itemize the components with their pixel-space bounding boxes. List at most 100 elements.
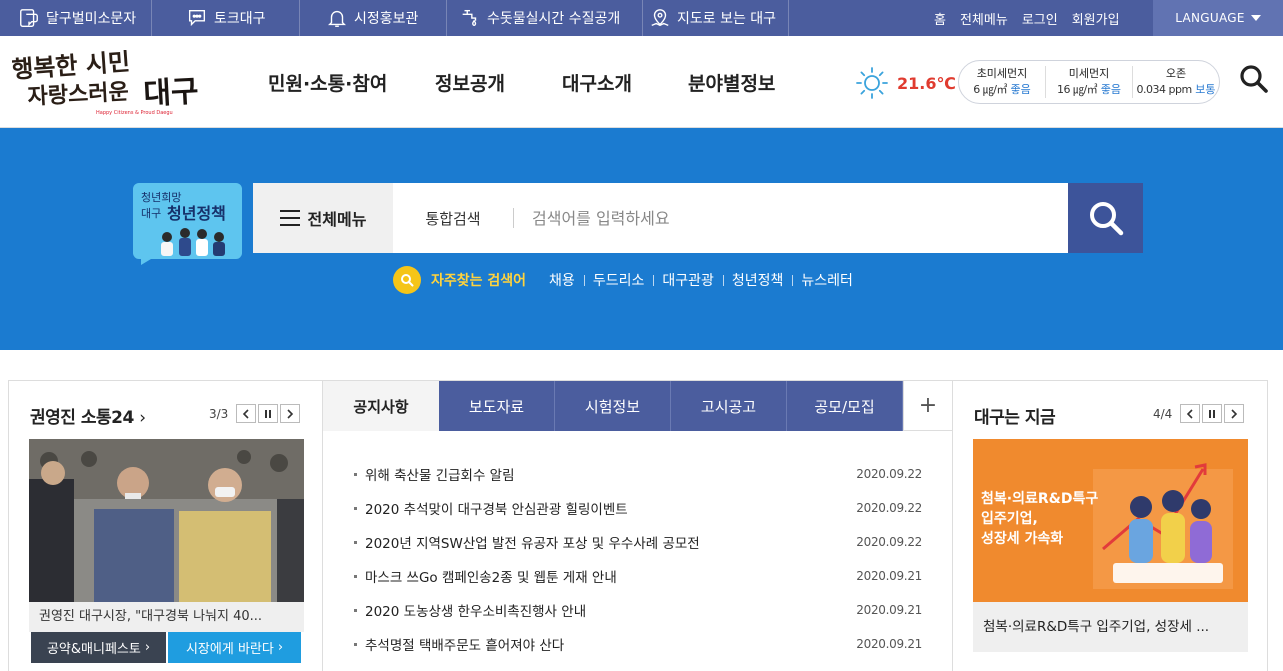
map-pin-icon bbox=[651, 9, 669, 27]
chevron-left-icon bbox=[243, 408, 249, 419]
list-item[interactable]: 2020 추석맞이 대구경북 안심관광 힐링이벤트 2020.09.22 bbox=[354, 491, 922, 525]
all-menu-button[interactable]: 전체메뉴 bbox=[253, 183, 393, 253]
link-login[interactable]: 로그인 bbox=[1015, 9, 1065, 28]
site-logo[interactable]: 행복한 시민 자랑스러운 대구 Happy Citizens & Proud D… bbox=[10, 47, 212, 116]
language-label: LANGUAGE bbox=[1175, 11, 1245, 25]
prev-button[interactable] bbox=[1180, 404, 1201, 423]
mayor-caption[interactable]: 권영진 대구시장, "대구경북 나눠지 40... bbox=[29, 602, 304, 632]
mayor-counter: 3/3 bbox=[209, 406, 229, 421]
chevron-left-icon bbox=[1187, 408, 1193, 419]
topbar-item-sms[interactable]: 달구벌미소문자 bbox=[0, 0, 152, 36]
pause-button[interactable] bbox=[258, 404, 279, 423]
tab-recruit[interactable]: 공모/모집 bbox=[787, 381, 903, 431]
notice-title: 2020년 지역SW산업 발전 유공자 포상 및 우수사례 공모전 bbox=[354, 532, 700, 552]
link-signup[interactable]: 회원가입 bbox=[1065, 9, 1127, 28]
search-button[interactable] bbox=[1068, 183, 1143, 253]
mayor-photo-image bbox=[29, 439, 304, 602]
list-item[interactable]: 위해 축산물 긴급회수 알림 2020.09.22 bbox=[354, 457, 922, 491]
water-tap-icon bbox=[462, 9, 477, 27]
search-box: 전체메뉴 통합검색 bbox=[253, 183, 1068, 253]
search-section: 청년희망 대구 청년정책 전체메뉴 통합검색 검색어를 입력하세요 자주찾는 검… bbox=[0, 128, 1283, 350]
logo-image: 행복한 시민 자랑스러운 대구 Happy Citizens & Proud D… bbox=[10, 47, 199, 116]
page: 달구벌미소문자 토크대구 시정홍보관 수돗물실시간 수질공개 지도로 보는 대구… bbox=[0, 0, 1283, 671]
pause-button[interactable] bbox=[1202, 404, 1223, 423]
popular-keyword[interactable]: 채용 bbox=[540, 270, 584, 290]
all-menu-label: 전체메뉴 bbox=[307, 210, 367, 229]
notice-title: 마스크 쓰Go 캠페인송2종 및 웹툰 게재 안내 bbox=[354, 566, 617, 586]
air-value: 0.034 ppm bbox=[1136, 83, 1193, 96]
daegu-now-image[interactable]: 첨복·의료R&D특구 입주기업, 성장세 가속화 bbox=[973, 439, 1248, 602]
topbar-item-map[interactable]: 지도로 보는 대구 bbox=[643, 0, 789, 36]
air-status: 보통 bbox=[1195, 83, 1216, 96]
weather: 21.6℃ bbox=[855, 66, 956, 100]
notice-title: 위해 축산물 긴급회수 알림 bbox=[354, 464, 515, 484]
mayor-pager: 3/3 bbox=[209, 404, 301, 423]
chevron-right-icon bbox=[287, 408, 294, 419]
mayor-panel-title-text: 권영진 소통24 bbox=[30, 408, 134, 428]
caret-down-icon bbox=[1250, 15, 1261, 21]
language-selector[interactable]: LANGUAGE bbox=[1153, 0, 1283, 36]
notice-date: 2020.09.21 bbox=[856, 603, 922, 617]
pledge-button[interactable]: 공약&매니페스토 › bbox=[31, 632, 166, 663]
logo-subtitle: Happy Citizens & Proud Daegu bbox=[96, 110, 173, 116]
tab-notice[interactable]: 공지사항 bbox=[323, 381, 439, 431]
promo-line-3: 성장세 가속화 bbox=[981, 530, 1063, 547]
nav-info[interactable]: 정보공개 bbox=[435, 36, 505, 128]
air-status: 좋음 bbox=[1010, 83, 1031, 96]
mayor-panel-title[interactable]: 권영진 소통24 › bbox=[30, 403, 146, 428]
air-quality-box[interactable]: 초미세먼지 6 ㎍/㎥ 좋음 미세먼지 16 ㎍/㎥ 좋음 오존 0.034 p… bbox=[958, 60, 1220, 104]
header-search-icon[interactable] bbox=[1239, 64, 1269, 94]
mayor-panel: 권영진 소통24 › 3/3 권영진 대구시장, "대구경북 나눠지 40...… bbox=[8, 380, 323, 671]
popular-keyword[interactable]: 대구관광 bbox=[653, 270, 723, 290]
sun-icon bbox=[856, 67, 888, 99]
list-item[interactable]: 추석명절 택배주문도 흩어져야 산다 2020.09.21 bbox=[354, 627, 922, 661]
topbar-item-water[interactable]: 수돗물실시간 수질공개 bbox=[447, 0, 643, 36]
header: 행복한 시민 자랑스러운 대구 Happy Citizens & Proud D… bbox=[0, 36, 1283, 128]
topbar-item-label: 지도로 보는 대구 bbox=[677, 11, 777, 27]
youth-policy-image: 청년희망 대구 청년정책 bbox=[133, 183, 242, 265]
promo-line-1: 첨복·의료R&D특구 bbox=[981, 490, 1098, 507]
pledge-button-label: 공약&매니페스토 bbox=[46, 642, 141, 657]
mayor-photo[interactable] bbox=[29, 439, 304, 602]
next-button[interactable] bbox=[1224, 404, 1245, 423]
notice-list: 위해 축산물 긴급회수 알림 2020.09.22 2020 추석맞이 대구경북 … bbox=[354, 457, 922, 661]
prev-button[interactable] bbox=[236, 404, 257, 423]
notice-title: 추석명절 택배주문도 흩어져야 산다 bbox=[354, 634, 564, 654]
tab-announcement[interactable]: 고시공고 bbox=[671, 381, 787, 431]
banner-line-2: 대구 bbox=[141, 207, 161, 220]
nav-fields[interactable]: 분야별정보 bbox=[688, 36, 775, 128]
list-item[interactable]: 2020년 지역SW산업 발전 유공자 포상 및 우수사례 공모전 2020.09… bbox=[354, 525, 922, 559]
popular-keyword[interactable]: 청년정책 bbox=[722, 270, 793, 290]
popular-keyword[interactable]: 뉴스레터 bbox=[792, 270, 862, 290]
link-all-menu[interactable]: 전체메뉴 bbox=[953, 9, 1015, 28]
notice-date: 2020.09.21 bbox=[856, 569, 922, 583]
list-item[interactable]: 마스크 쓰Go 캠페인송2종 및 웹툰 게재 안내 2020.09.21 bbox=[354, 559, 922, 593]
nav-about[interactable]: 대구소개 bbox=[562, 36, 632, 128]
popular-keywords: 자주찾는 검색어 채용 두드리소 대구관광 청년정책 뉴스레터 bbox=[393, 265, 862, 295]
air-title: 미세먼지 bbox=[1068, 67, 1110, 80]
list-item[interactable]: 2020 도농상생 한우소비촉진행사 안내 2020.09.21 bbox=[354, 593, 922, 627]
youth-policy-banner[interactable]: 청년희망 대구 청년정책 bbox=[133, 183, 242, 265]
hamburger-icon bbox=[279, 210, 300, 226]
topbar-links: 홈 전체메뉴 로그인 회원가입 bbox=[927, 0, 1127, 36]
daegu-now-counter: 4/4 bbox=[1153, 406, 1173, 421]
tab-exam[interactable]: 시험정보 bbox=[555, 381, 671, 431]
utility-bar: 달구벌미소문자 토크대구 시정홍보관 수돗물실시간 수질공개 지도로 보는 대구… bbox=[0, 0, 1283, 36]
notice-date: 2020.09.21 bbox=[856, 637, 922, 651]
air-pm10: 미세먼지 16 ㎍/㎥ 좋음 bbox=[1046, 66, 1133, 98]
suggest-to-mayor-button[interactable]: 시장에게 바란다 › bbox=[168, 632, 301, 663]
daegu-now-caption[interactable]: 첨복·의료R&D특구 입주기업, 성장세 ... bbox=[973, 602, 1248, 652]
topbar-item-talk[interactable]: 토크대구 bbox=[152, 0, 300, 36]
nav-complaint[interactable]: 민원·소통·참여 bbox=[268, 36, 387, 128]
link-home[interactable]: 홈 bbox=[927, 9, 953, 28]
tab-press[interactable]: 보도자료 bbox=[439, 381, 555, 431]
popular-keyword[interactable]: 두드리소 bbox=[583, 270, 654, 290]
air-title: 초미세먼지 bbox=[976, 67, 1028, 80]
next-button[interactable] bbox=[280, 404, 301, 423]
search-input[interactable] bbox=[514, 183, 1068, 253]
more-button[interactable]: + bbox=[903, 381, 952, 431]
search-scope[interactable]: 통합검색 bbox=[393, 208, 513, 229]
topbar-item-promo[interactable]: 시정홍보관 bbox=[300, 0, 447, 36]
temperature: 21.6℃ bbox=[897, 73, 956, 93]
air-pm25: 초미세먼지 6 ㎍/㎥ 좋음 bbox=[959, 66, 1046, 98]
